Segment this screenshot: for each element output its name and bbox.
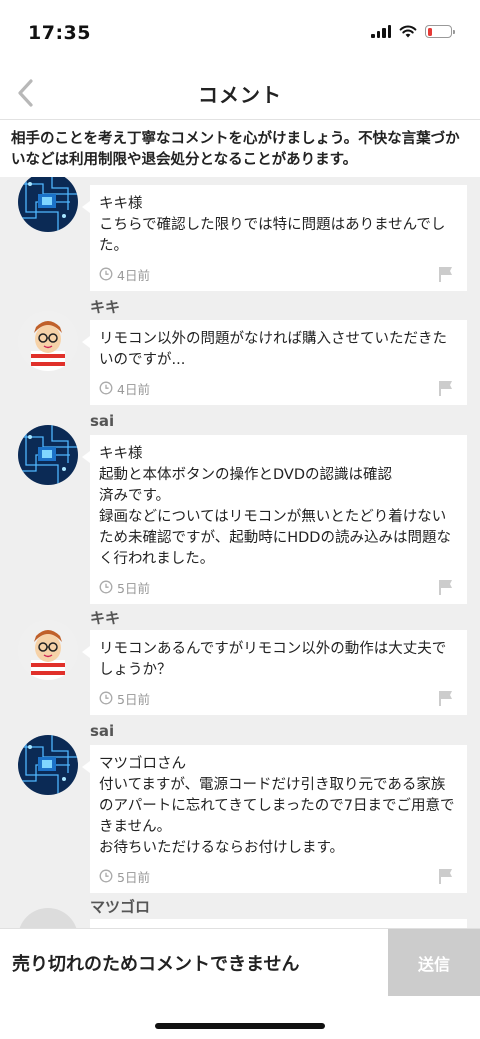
comment-time: 4日前 [117, 267, 150, 283]
comment-bubble: キキ様 起動と本体ボタンの操作とDVDの認識は確認 済みです。 録画などについて… [82, 435, 467, 604]
comment-list[interactable]: キキ様 こちらで確認した限りでは特に問題はありませんでした。 4日前 キキ リモ… [0, 177, 480, 928]
comment-bubble [90, 919, 467, 928]
avatar[interactable] [18, 908, 78, 928]
status-icons [371, 25, 455, 38]
send-button[interactable]: 送信 [388, 929, 480, 997]
clock-icon [99, 580, 113, 594]
clock-icon [99, 381, 113, 395]
comment-footer: 売り切れのためコメントできません 送信 [0, 928, 480, 997]
avatar[interactable] [18, 735, 78, 795]
avatar[interactable] [18, 311, 78, 371]
flag-icon[interactable] [437, 867, 455, 885]
wifi-icon [399, 25, 417, 38]
home-bar-area [0, 996, 480, 1039]
battery-icon [425, 25, 455, 38]
clock-icon [99, 869, 113, 883]
comment-text: キキ様 こちらで確認した限りでは特に問題はありませんでした。 [99, 196, 446, 254]
comment-time: 4日前 [117, 381, 150, 397]
comment-time: 5日前 [117, 691, 150, 707]
comment-bubble: キキ様 こちらで確認した限りでは特に問題はありませんでした。 4日前 [82, 185, 467, 291]
comment-meta: 5日前 [99, 689, 457, 707]
comment-author: sai [90, 722, 115, 740]
comment-meta: 5日前 [99, 867, 457, 885]
home-indicator[interactable] [155, 1023, 325, 1029]
comment-meta: 5日前 [99, 578, 457, 596]
comment-text: マツゴロさん 付いてますが、電源コードだけ引き取り元である家族のアパートに忘れて… [99, 756, 455, 856]
comment-guideline-notice: 相手のことを考え丁寧なコメントを心がけましょう。不快な言葉づかいなどは利用制限や… [0, 121, 480, 177]
flag-icon[interactable] [437, 689, 455, 707]
page-title: コメント [198, 83, 282, 107]
clock-icon [99, 691, 113, 705]
flag-icon[interactable] [437, 379, 455, 397]
flag-icon[interactable] [437, 578, 455, 596]
comment-author: キキ [90, 609, 121, 627]
signal-icon [371, 25, 391, 38]
status-bar: 17:35 [0, 0, 480, 66]
flag-icon[interactable] [437, 265, 455, 283]
comment-time: 5日前 [117, 580, 150, 596]
comment-disabled-message: 売り切れのためコメントできません [12, 954, 300, 975]
comment-time: 5日前 [117, 869, 150, 885]
clock-icon [99, 267, 113, 281]
comment-bubble: リモコン以外の問題がなければ購入させていただきたいのですが... 4日前 [82, 320, 467, 405]
comment-text: キキ様 起動と本体ボタンの操作とDVDの認識は確認 済みです。 録画などについて… [99, 446, 451, 567]
comment-meta: 4日前 [99, 379, 457, 397]
comment-author: sai [90, 412, 115, 430]
comment-text: リモコン以外の問題がなければ購入させていただきたいのですが... [99, 331, 447, 368]
comment-text: リモコンあるんですがリモコン以外の動作は大丈夫でしょうか？ [99, 641, 447, 678]
comment-author: マツゴロ [90, 898, 151, 916]
comment-bubble: マツゴロさん 付いてますが、電源コードだけ引き取り元である家族のアパートに忘れて… [82, 745, 467, 893]
comment-bubble: リモコンあるんですがリモコン以外の動作は大丈夫でしょうか？ 5日前 [82, 630, 467, 715]
avatar[interactable] [18, 620, 78, 680]
nav-header: コメント [0, 66, 480, 120]
status-time: 17:35 [28, 22, 91, 44]
avatar[interactable] [18, 425, 78, 485]
avatar[interactable] [18, 177, 78, 232]
comment-author: キキ [90, 298, 121, 316]
comment-meta: 4日前 [99, 265, 457, 283]
